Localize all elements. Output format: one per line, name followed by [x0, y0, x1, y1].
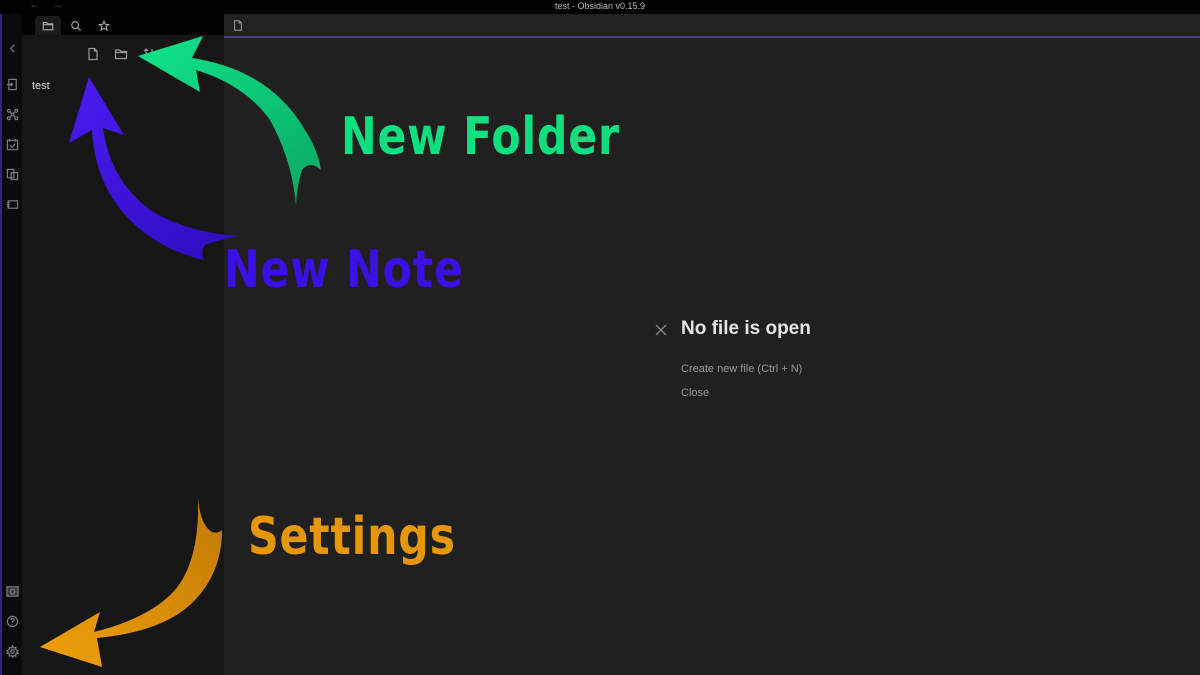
gear-icon[interactable] — [5, 644, 20, 659]
search-icon — [71, 20, 82, 31]
switcher-icon[interactable] — [6, 78, 19, 91]
tab-empty-file[interactable] — [232, 19, 244, 37]
vault-icon[interactable] — [6, 585, 19, 598]
annotation-new-folder: New Folder — [341, 107, 620, 167]
close-icon[interactable] — [655, 323, 667, 336]
calendar-icon[interactable] — [6, 138, 19, 151]
folder-icon — [114, 49, 128, 60]
file-item[interactable]: test — [32, 80, 50, 92]
close-link[interactable]: Close — [681, 387, 709, 399]
window-title: test - Obsidian v0.15.9 — [554, 1, 646, 11]
sort-button[interactable] — [142, 47, 156, 61]
sort-icon — [143, 48, 155, 60]
file-icon — [88, 47, 98, 61]
file-explorer-panel: test — [22, 35, 224, 675]
obsidian-window: ← → test - Obsidian v0.15.9 test No file… — [0, 0, 1200, 675]
help-icon[interactable] — [6, 615, 19, 628]
graph-icon[interactable] — [6, 108, 19, 121]
new-note-button[interactable] — [86, 47, 100, 61]
chevron-left-icon[interactable] — [6, 42, 19, 55]
new-folder-button[interactable] — [114, 47, 128, 61]
tab-starred[interactable] — [91, 16, 117, 35]
folder-icon — [42, 21, 54, 30]
tab-file-explorer[interactable] — [35, 16, 61, 35]
annotation-settings: Settings — [248, 507, 456, 567]
star-icon — [98, 19, 110, 31]
annotation-new-note: New Note — [224, 240, 464, 300]
title-bar: ← → test - Obsidian v0.15.9 — [0, 0, 1200, 14]
template-icon[interactable] — [6, 168, 19, 181]
main-tab-header — [224, 14, 1200, 38]
sidebar-tab-strip — [22, 14, 224, 35]
create-new-file-link[interactable]: Create new file (Ctrl + N) — [681, 363, 802, 375]
file-icon — [234, 20, 242, 31]
empty-state-heading: No file is open — [681, 318, 811, 339]
ribbon — [0, 14, 22, 675]
file-explorer-actions — [86, 47, 156, 61]
terminal-icon[interactable] — [6, 198, 19, 211]
tab-search[interactable] — [63, 16, 89, 35]
